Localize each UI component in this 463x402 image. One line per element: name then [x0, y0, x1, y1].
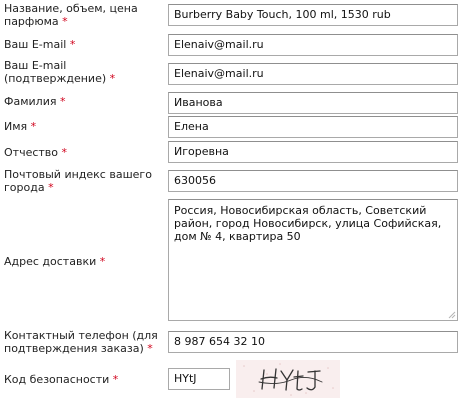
email-label: Ваш E-mail * [4, 38, 164, 51]
captcha-input[interactable]: HYtJ [168, 368, 230, 390]
address-label-text: Адрес доставки [4, 255, 97, 268]
captcha-image-icon [243, 363, 334, 396]
name-label: Имя * [4, 120, 164, 133]
address-textarea-value: Россия, Новосибирская область, Советский… [174, 204, 442, 243]
phone-input[interactable]: 8 987 654 32 10 [168, 331, 458, 353]
required-mark: * [147, 342, 153, 355]
captcha-input-value: HYtJ [174, 372, 197, 385]
captcha-label-text: Код безопасности [4, 373, 110, 386]
name-input[interactable]: Елена [168, 116, 458, 138]
surname-label-text: Фамилия [4, 95, 57, 108]
postal-code-label: Почтовый индекс вашего города * [4, 168, 164, 194]
email-confirm-label-text: Ваш E-mail (подтверждение) [4, 59, 107, 85]
required-mark: * [109, 72, 116, 85]
required-mark: * [61, 146, 68, 159]
captcha-image [236, 360, 340, 398]
patronymic-input[interactable]: Игоревна [168, 141, 458, 163]
phone-label: Контактный телефон (для подтверждения за… [4, 329, 164, 355]
postal-code-input[interactable]: 630056 [168, 170, 458, 192]
name-input-value: Елена [174, 120, 209, 133]
postal-code-label-text: Почтовый индекс вашего города [4, 168, 152, 194]
perfume-input[interactable]: Burberry Baby Touch, 100 ml, 1530 rub [168, 4, 458, 26]
phone-input-value: 8 987 654 32 10 [174, 335, 265, 348]
required-mark: * [99, 255, 106, 268]
required-mark: * [69, 38, 76, 51]
email-input-value: Elenaiv@mail.ru [174, 38, 264, 51]
email-input[interactable]: Elenaiv@mail.ru [168, 34, 458, 56]
address-textarea[interactable]: Россия, Новосибирская область, Советский… [168, 199, 458, 321]
perfume-label: Название, объем, цена парфюма * [4, 2, 164, 28]
required-mark: * [48, 181, 54, 194]
surname-label: Фамилия * [4, 95, 164, 108]
perfume-input-value: Burberry Baby Touch, 100 ml, 1530 rub [174, 8, 391, 21]
name-label-text: Имя [4, 120, 28, 133]
email-confirm-input[interactable]: Elenaiv@mail.ru [168, 63, 458, 85]
required-mark: * [59, 95, 66, 108]
required-mark: * [30, 120, 37, 133]
address-label: Адрес доставки * [4, 255, 164, 268]
captcha-label: Код безопасности * [4, 373, 164, 386]
required-mark: * [62, 15, 68, 28]
patronymic-label-text: Отчество [4, 146, 59, 159]
email-label-text: Ваш E-mail [4, 38, 67, 51]
required-mark: * [112, 373, 119, 386]
perfume-label-text: Название, объем, цена парфюма [4, 2, 138, 28]
phone-label-text: Контактный телефон (для подтверждения за… [4, 329, 158, 355]
resize-grip-icon[interactable] [447, 310, 456, 319]
email-confirm-label: Ваш E-mail (подтверждение) * [4, 59, 164, 85]
email-confirm-input-value: Elenaiv@mail.ru [174, 67, 264, 80]
postal-code-input-value: 630056 [174, 174, 216, 187]
surname-input-value: Иванова [174, 96, 223, 109]
surname-input[interactable]: Иванова [168, 92, 458, 114]
patronymic-label: Отчество * [4, 146, 164, 159]
patronymic-input-value: Игоревна [174, 145, 229, 158]
